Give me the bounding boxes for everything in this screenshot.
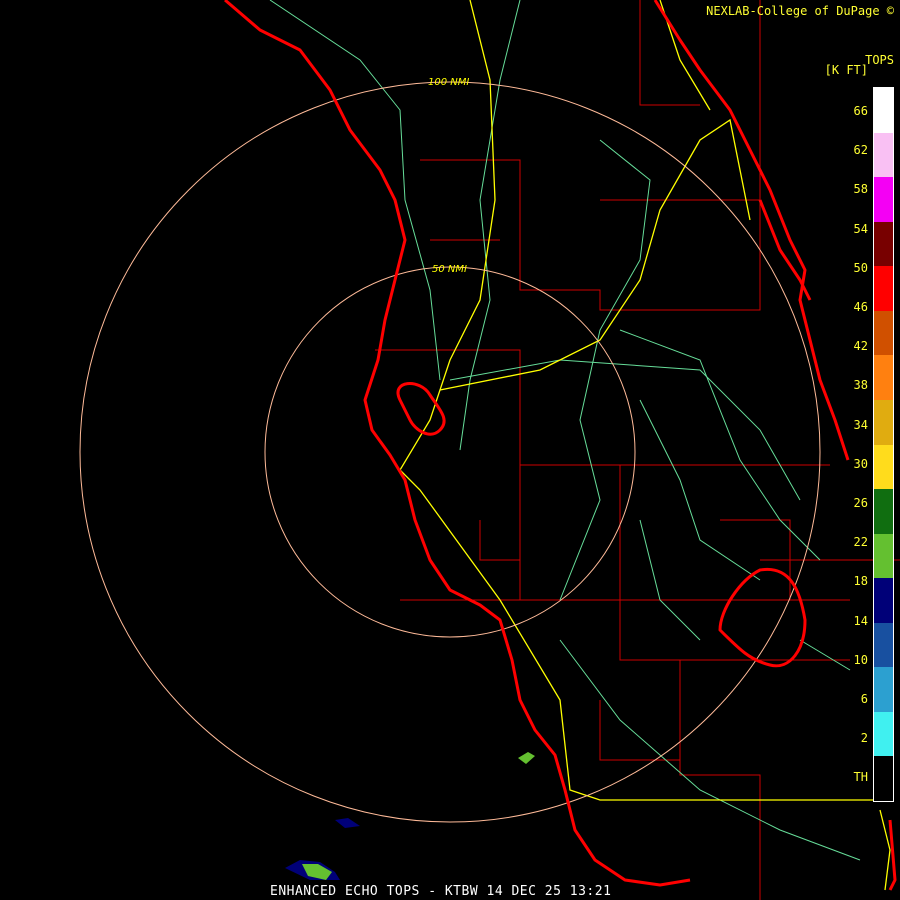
coastline xyxy=(224,0,897,891)
ring-label-50: 50 NMI xyxy=(432,264,467,275)
range-rings xyxy=(79,81,821,823)
range-ring-100 xyxy=(79,81,821,823)
color-band xyxy=(874,711,893,757)
scale-label: 6 xyxy=(860,692,868,706)
color-band xyxy=(874,533,893,579)
color-band xyxy=(874,266,893,311)
color-band xyxy=(874,667,893,712)
scale-label: 2 xyxy=(860,731,868,746)
map-canvas: 50 NMI 100 NMI xyxy=(79,0,900,900)
color-band xyxy=(874,444,893,490)
scale-label: 46 xyxy=(853,300,868,314)
scale-label: TH xyxy=(853,770,868,785)
color-band xyxy=(874,355,893,400)
scale-label: 66 xyxy=(853,104,868,118)
scale-label: 30 xyxy=(853,456,868,471)
range-ring-50 xyxy=(264,266,636,638)
scale-label: 14 xyxy=(853,613,868,628)
legend-title: TOPS xyxy=(865,53,894,67)
color-band xyxy=(874,578,893,623)
product-title: ENHANCED ECHO TOPS - KTBW 14 DEC 25 13:2… xyxy=(270,884,612,899)
color-band xyxy=(874,489,893,534)
scale-label: 58 xyxy=(853,182,868,197)
color-band xyxy=(874,88,893,133)
scale-label: 50 xyxy=(853,260,868,275)
radar-map: 50 NMI 100 NMI NEXLAB-College of DuPage … xyxy=(0,0,900,900)
color-band xyxy=(874,399,893,445)
interstates xyxy=(399,0,891,891)
radar-echoes xyxy=(285,752,535,880)
color-band xyxy=(874,756,893,801)
scale-label: 22 xyxy=(853,535,868,550)
color-band xyxy=(874,132,893,178)
color-band xyxy=(874,221,893,267)
color-band xyxy=(874,622,893,668)
ring-label-100: 100 NMI xyxy=(428,77,469,88)
color-band xyxy=(874,310,893,356)
scale-label: 38 xyxy=(853,378,868,393)
highways xyxy=(269,0,861,861)
credit-label: NEXLAB-College of DuPage © xyxy=(706,4,894,18)
legend-units: [K FT] xyxy=(824,63,868,77)
color-band xyxy=(874,177,893,222)
scale-label: 62 xyxy=(853,143,868,158)
scale-label: 54 xyxy=(853,221,868,236)
scale-label: 42 xyxy=(853,339,868,354)
scale-label: 34 xyxy=(853,417,868,432)
color-scale-bar xyxy=(873,87,894,802)
scale-label: 26 xyxy=(853,496,868,510)
scale-label: 18 xyxy=(853,574,868,589)
county-lines xyxy=(375,0,900,900)
scale-label: 10 xyxy=(853,652,868,667)
